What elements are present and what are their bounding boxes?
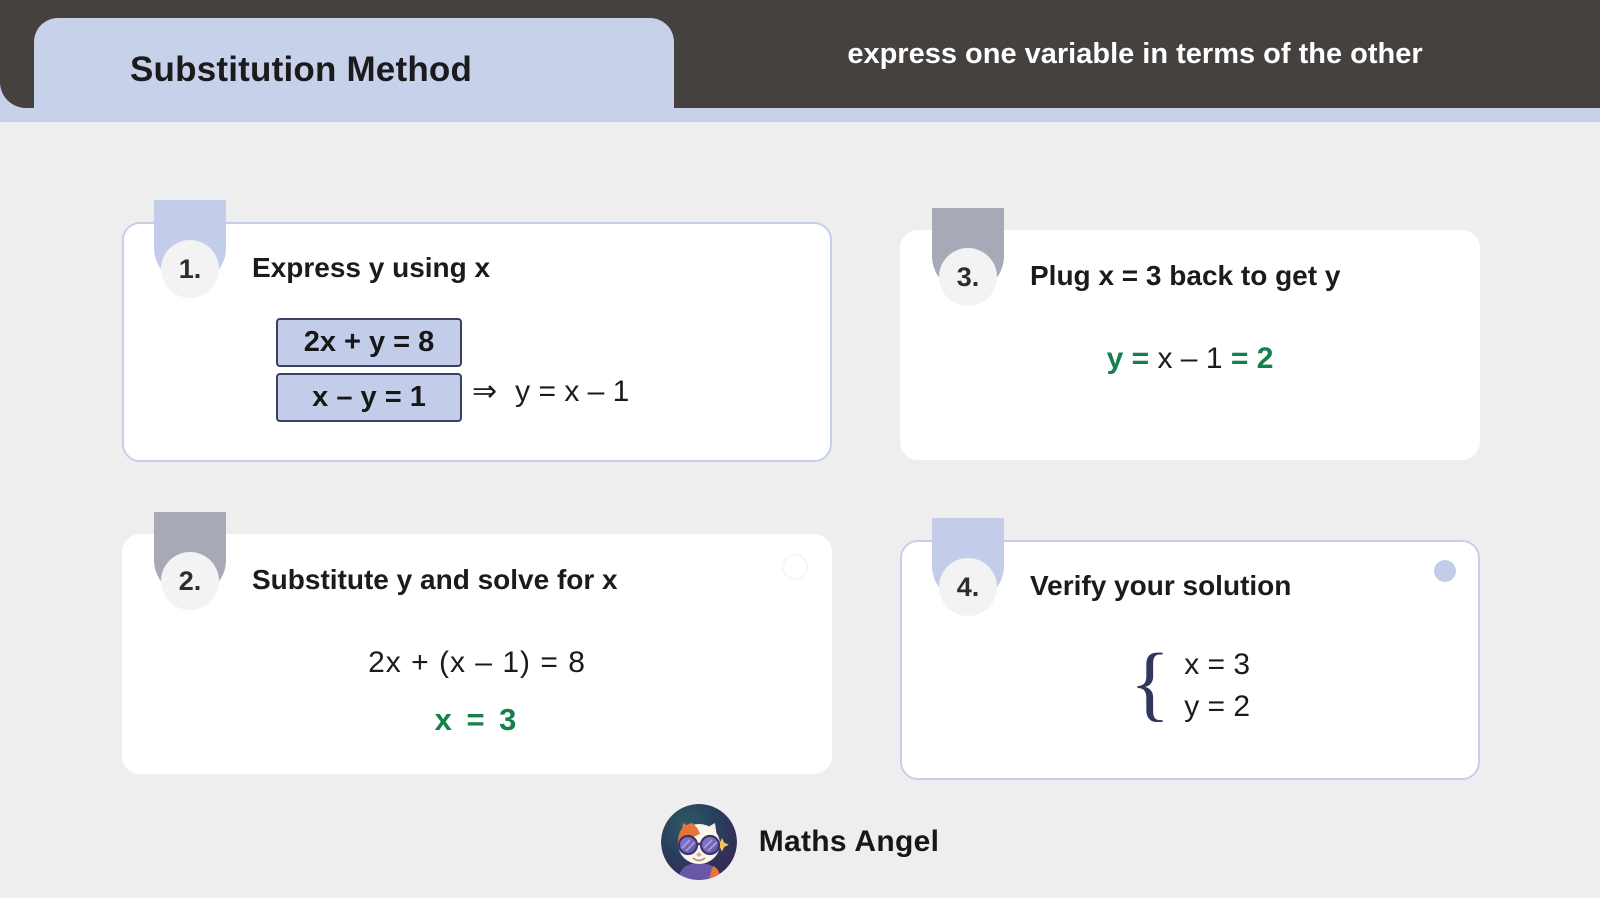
equation-box-1: 2x + y = 8 — [276, 318, 462, 367]
step-body-4: { x = 3 y = 2 — [902, 630, 1478, 768]
implication-result: y = x – 1 — [515, 375, 630, 408]
page-header: Substitution Method express one variable… — [0, 0, 1600, 122]
step-body-3: y = x – 1 = 2 — [902, 320, 1478, 448]
brand-name: Maths Angel — [758, 825, 940, 858]
step-title-1: Express y using x — [252, 252, 491, 283]
brace-icon: { — [1129, 637, 1171, 730]
corner-dot-icon-4 — [1434, 560, 1456, 582]
step-body-2: 2x + (x – 1) = 8 x = 3 — [124, 624, 830, 762]
step-title-4: Verify your solution — [1030, 570, 1292, 601]
step2-answer: x = 3 — [434, 702, 520, 737]
step2-equation: 2x + (x – 1) = 8 — [368, 646, 586, 679]
step-number-badge-2: 2. — [161, 552, 219, 610]
header-title-tab: Substitution Method — [34, 18, 674, 122]
step-card-3[interactable]: 3. Plug x = 3 back to get y y = x – 1 = … — [900, 208, 1480, 460]
step-number-badge-3: 3. — [939, 248, 997, 306]
solution-lines: x = 3 y = 2 — [1184, 648, 1250, 724]
step-body-1: 2x + y = 8 x – y = 1 ⇒ y = x – 1 — [124, 312, 830, 450]
steps-grid: 1. Express y using x 2x + y = 8 x – y = … — [0, 122, 1600, 782]
implies-arrow-icon: ⇒ — [472, 375, 498, 408]
step-card-2[interactable]: 2. Substitute y and solve for x 2x + (x … — [122, 512, 832, 774]
step-number-tab-4: 4. — [932, 518, 1004, 616]
step-number-tab-1: 1. — [154, 200, 226, 298]
footer-brand: Maths Angel — [0, 804, 1600, 880]
implication-row: ⇒ y = x – 1 — [472, 374, 629, 409]
step-number-badge-4: 4. — [939, 558, 997, 616]
equation-box-group: 2x + y = 8 x – y = 1 — [276, 318, 462, 422]
solution-line-x: x = 3 — [1184, 648, 1251, 681]
step-title-3: Plug x = 3 back to get y — [1030, 260, 1341, 291]
step3-result-rhs: = 2 — [1230, 342, 1274, 375]
corner-ring-icon-2 — [782, 554, 808, 580]
step-number-tab-3: 3. — [932, 208, 1004, 306]
page-subtitle: express one variable in terms of the oth… — [847, 38, 1423, 70]
solution-line-y: y = 2 — [1184, 690, 1251, 723]
step-number-tab-2: 2. — [154, 512, 226, 610]
step3-result: y = x – 1 = 2 — [902, 342, 1478, 376]
step-number-badge-1: 1. — [161, 240, 219, 298]
step-card-4[interactable]: 4. Verify your solution { x = 3 y = 2 — [900, 518, 1480, 780]
page-title: Substitution Method — [130, 50, 473, 89]
step-card-1[interactable]: 1. Express y using x 2x + y = 8 x – y = … — [122, 200, 832, 462]
step3-result-lhs: y = — [1106, 342, 1150, 375]
equation-box-2: x – y = 1 — [276, 373, 462, 422]
solution-system: { x = 3 y = 2 — [902, 637, 1478, 730]
step-title-2: Substitute y and solve for x — [252, 564, 618, 595]
maths-angel-logo-icon — [660, 804, 737, 880]
step3-result-mid: x – 1 — [1149, 342, 1231, 375]
